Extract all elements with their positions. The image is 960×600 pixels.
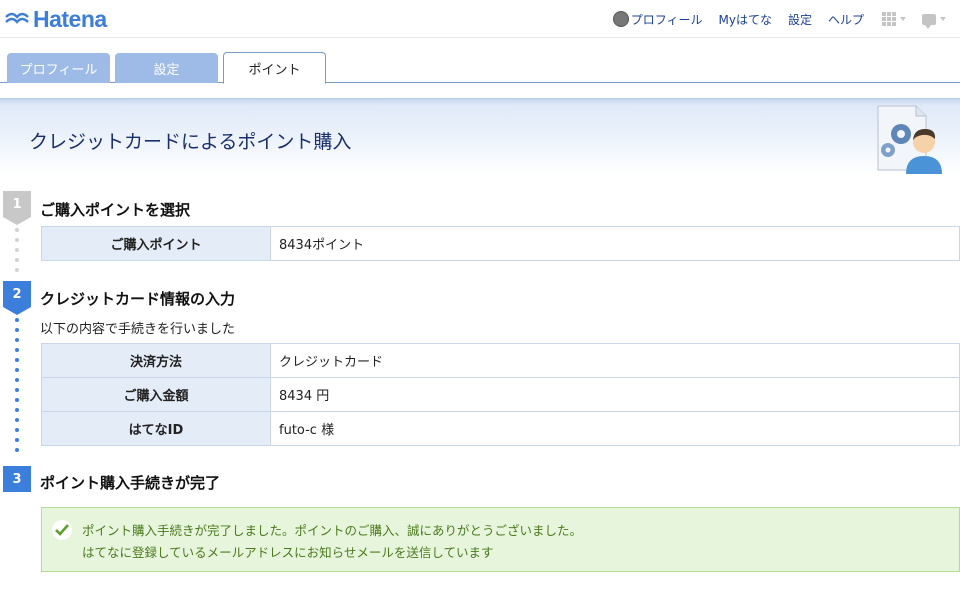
success-message-box: ポイント購入手続きが完了しました。ポイントのご購入、誠にありがとうございました。… xyxy=(41,507,960,572)
purchase-points-label: ご購入ポイント xyxy=(41,226,271,261)
step-2-table: 決済方法 クレジットカード ご購入金額 8434 円 はてなID futo-c … xyxy=(41,343,960,446)
notifications-button[interactable] xyxy=(922,13,946,29)
purchase-amount-label: ご購入金額 xyxy=(41,377,271,412)
success-message-line-2: はてなに登録しているメールアドレスにお知らせメールを送信しています xyxy=(82,545,494,560)
nav-profile-link[interactable]: プロフィール xyxy=(612,11,703,28)
table-row: はてなID futo-c 様 xyxy=(41,411,960,446)
success-message-line-1: ポイント購入手続きが完了しました。ポイントのご購入、誠にありがとうございました。 xyxy=(82,523,583,538)
table-row: ご購入金額 8434 円 xyxy=(41,377,960,412)
avatar-icon xyxy=(612,11,629,27)
step-3-badge: 3 xyxy=(3,466,31,492)
table-row: 決済方法 クレジットカード xyxy=(41,343,960,378)
step-2-badge: 2 xyxy=(3,281,31,315)
nav-settings-link[interactable]: 設定 xyxy=(788,11,812,28)
hatena-logo-icon xyxy=(5,12,29,24)
user-settings-illustration-icon xyxy=(877,105,942,174)
step-1-table: ご購入ポイント 8434ポイント xyxy=(41,226,960,261)
payment-method-label: 決済方法 xyxy=(41,343,271,378)
hatena-id-value: futo-c 様 xyxy=(270,411,960,446)
step-2-heading: クレジットカード情報の入力 xyxy=(40,290,236,308)
page-header-band: クレジットカードによるポイント購入 xyxy=(0,98,960,174)
page-title: クレジットカードによるポイント購入 xyxy=(29,131,352,153)
nav-help-link[interactable]: ヘルプ xyxy=(828,11,864,28)
tab-profile[interactable]: プロフィール xyxy=(7,53,110,83)
payment-method-value: クレジットカード xyxy=(270,343,960,378)
apps-menu-button[interactable] xyxy=(882,12,906,26)
step-1-badge: 1 xyxy=(3,191,31,225)
global-header: Hatena プロフィール Myはてな 設定 ヘルプ xyxy=(0,0,960,38)
tab-points[interactable]: ポイント xyxy=(223,52,326,84)
chevron-down-icon xyxy=(940,17,946,21)
purchase-amount-value: 8434 円 xyxy=(270,377,960,412)
chevron-down-icon xyxy=(900,17,906,21)
hatena-id-label: はてなID xyxy=(41,411,271,446)
logo-text: Hatena xyxy=(33,5,107,32)
step-2-description: 以下の内容で手続きを行いました xyxy=(40,322,236,337)
message-bubble-icon xyxy=(922,13,936,29)
step-2-connector xyxy=(15,318,19,458)
step-3-heading: ポイント購入手続きが完了 xyxy=(40,474,221,492)
tab-settings[interactable]: 設定 xyxy=(115,53,218,83)
nav-my-hatena-link[interactable]: Myはてな xyxy=(719,11,772,28)
hatena-logo[interactable]: Hatena xyxy=(4,6,107,32)
apps-grid-icon xyxy=(882,12,896,26)
table-row: ご購入ポイント 8434ポイント xyxy=(41,226,960,261)
nav-profile-label: プロフィール xyxy=(630,12,703,27)
step-1-heading: ご購入ポイントを選択 xyxy=(40,201,191,219)
purchase-points-value: 8434ポイント xyxy=(270,226,960,261)
check-icon xyxy=(52,520,72,540)
global-nav: プロフィール Myはてな 設定 ヘルプ xyxy=(612,0,960,38)
tab-bar: プロフィール 設定 ポイント xyxy=(0,52,960,84)
step-1-connector xyxy=(15,228,19,278)
